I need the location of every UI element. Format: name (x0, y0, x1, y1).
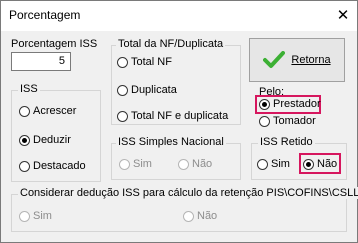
radio-tomador-label: Tomador (273, 115, 316, 127)
radio-retido-sim-dot[interactable] (257, 158, 268, 170)
radio-tomador-dot[interactable] (259, 115, 270, 127)
radio-total-nf-e-duplicata-dot[interactable] (117, 110, 128, 122)
title-bar[interactable]: Porcentagem ✕ (1, 1, 357, 31)
radio-prestador-dot[interactable] (259, 98, 270, 110)
porcentagem-iss-input[interactable]: 5 (11, 52, 71, 71)
retorna-label: Retorna (291, 54, 331, 66)
considerar-deducao-title: Considerar dedução ISS para cálculo da r… (18, 187, 358, 199)
radio-duplicata-label: Duplicata (131, 84, 177, 96)
considerar-deducao-group: Considerar dedução ISS para cálculo da r… (11, 187, 358, 232)
radio-deducao-sim-label: Sim (33, 210, 52, 222)
radio-deduzir-dot[interactable] (19, 134, 30, 146)
radio-destacado-label: Destacado (33, 160, 86, 172)
close-icon[interactable]: ✕ (335, 8, 351, 24)
iss-simples-nacional-title: ISS Simples Nacional (116, 136, 226, 148)
radio-retido-sim[interactable]: Sim (257, 158, 290, 170)
radio-deducao-sim: Sim (19, 210, 52, 222)
radio-simples-nao-label: Não (192, 158, 213, 170)
radio-tomador[interactable]: Tomador (259, 115, 316, 127)
check-icon (263, 51, 286, 68)
radio-deduzir[interactable]: Deduzir (19, 134, 71, 146)
radio-simples-sim: Sim (119, 158, 152, 170)
retorna-button[interactable]: Retorna (249, 38, 345, 82)
radio-deducao-nao-dot (183, 210, 194, 222)
radio-destacado[interactable]: Destacado (19, 160, 86, 172)
radio-duplicata[interactable]: Duplicata (117, 84, 177, 96)
radio-retido-nao[interactable]: Não (303, 158, 337, 170)
radio-acrescer[interactable]: Acrescer (19, 105, 76, 117)
radio-duplicata-dot[interactable] (117, 84, 128, 96)
porcentagem-iss-label: Porcentagem ISS (11, 38, 98, 50)
window-title: Porcentagem (9, 8, 81, 22)
radio-total-nf[interactable]: Total NF (117, 56, 172, 68)
radio-destacado-dot[interactable] (19, 160, 30, 172)
radio-total-nf-dot[interactable] (117, 56, 128, 68)
porcentagem-dialog: Porcentagem ✕ Porcentagem ISS 5 Total da… (0, 0, 358, 243)
radio-deducao-nao-label: Não (197, 210, 218, 222)
radio-simples-nao: Não (178, 158, 212, 170)
iss-retido-title: ISS Retido (258, 136, 315, 148)
radio-simples-nao-dot (178, 158, 189, 170)
total-nf-duplicata-title: Total da NF/Duplicata (116, 38, 226, 50)
radio-prestador[interactable]: Prestador (259, 98, 321, 110)
radio-deducao-sim-dot (19, 210, 30, 222)
radio-deducao-nao: Não (183, 210, 217, 222)
radio-deduzir-label: Deduzir (33, 134, 71, 146)
radio-simples-sim-dot (119, 158, 130, 170)
iss-group-title: ISS (18, 83, 40, 95)
radio-total-nf-label: Total NF (131, 56, 172, 68)
radio-acrescer-dot[interactable] (19, 105, 30, 117)
radio-acrescer-label: Acrescer (33, 105, 77, 117)
radio-retido-sim-label: Sim (271, 158, 290, 170)
radio-retido-nao-dot[interactable] (303, 158, 314, 170)
radio-prestador-label: Prestador (273, 98, 321, 110)
radio-total-nf-e-duplicata[interactable]: Total NF e duplicata (117, 110, 228, 122)
radio-simples-sim-label: Sim (133, 158, 152, 170)
radio-retido-nao-label: Não (317, 158, 338, 170)
radio-total-nf-e-duplicata-label: Total NF e duplicata (131, 110, 229, 122)
